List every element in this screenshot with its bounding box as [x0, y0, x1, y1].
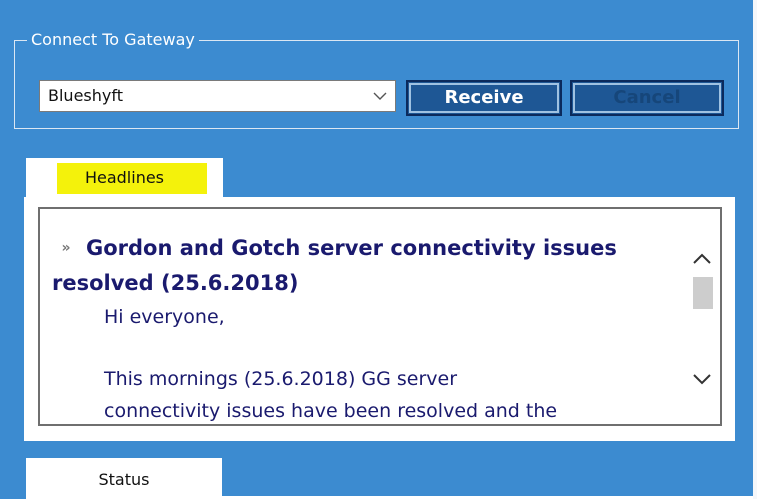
bullet-icon: »	[61, 240, 71, 256]
article-line: connectivity issues have been resolved a…	[104, 400, 558, 422]
gateway-select-value: Blueshyft	[48, 86, 123, 105]
receive-button[interactable]: Receive	[406, 80, 562, 116]
scrollbar-thumb[interactable]	[693, 277, 713, 309]
chevron-up-icon[interactable]	[690, 247, 714, 271]
chevron-down-icon[interactable]	[690, 367, 714, 391]
article-title-block: » Gordon and Gotch server connectivity is…	[52, 231, 680, 301]
article-line: This mornings (25.6.2018) GG server	[104, 368, 458, 390]
tab-headlines[interactable]: Headlines	[26, 158, 223, 198]
gateway-select[interactable]: Blueshyft	[39, 80, 396, 112]
article-greeting: Hi everyone,	[104, 306, 225, 328]
article: » Gordon and Gotch server connectivity is…	[52, 231, 680, 424]
gateway-groupbox-legend: Connect To Gateway	[27, 30, 199, 50]
article-title: Gordon and Gotch server connectivity iss…	[52, 236, 617, 295]
article-body: Hi everyone, This mornings (25.6.2018) G…	[104, 301, 680, 424]
headlines-content[interactable]: » Gordon and Gotch server connectivity is…	[38, 207, 722, 426]
tab-headlines-label: Headlines	[84, 168, 165, 187]
window-edge	[753, 0, 757, 499]
tab-status-label: Status	[98, 470, 150, 489]
cancel-button[interactable]: Cancel	[570, 80, 724, 116]
tab-status[interactable]: Status	[26, 458, 222, 499]
chevron-down-icon	[373, 92, 387, 100]
